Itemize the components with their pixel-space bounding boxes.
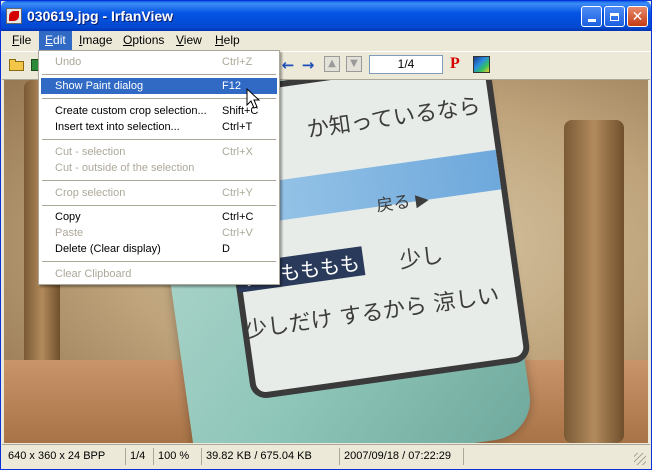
menu-edit-accel: E (45, 33, 54, 47)
edit-undo[interactable]: Undo Ctrl+Z (41, 54, 277, 70)
edit-cut-outside-label: Cut - outside of the selection (55, 162, 195, 174)
down-arrow-icon[interactable]: ▼ (346, 56, 362, 72)
menu-file[interactable]: File (6, 31, 37, 50)
menu-file-label: ile (19, 33, 32, 47)
menu-separator (42, 98, 276, 99)
edit-create-crop-selection[interactable]: Create custom crop selection... Shift+C (41, 103, 277, 119)
edit-crop-selection-shortcut: Ctrl+Y (222, 187, 253, 199)
menu-separator (42, 180, 276, 181)
open-folder-icon[interactable] (8, 56, 26, 74)
menu-options-accel: O (123, 33, 133, 47)
edit-cut-selection[interactable]: Cut - selection Ctrl+X (41, 144, 277, 160)
edit-undo-label: Undo (55, 56, 82, 68)
mouse-cursor-icon (246, 88, 260, 109)
edit-clear-clipboard-label: Clear Clipboard (55, 268, 132, 280)
photo-text: 少し (397, 243, 445, 274)
resize-grip-icon[interactable] (634, 453, 646, 465)
edit-cut-selection-shortcut: Ctrl+X (222, 146, 253, 158)
irfanview-app-icon[interactable] (6, 8, 22, 24)
menu-bar: File Edit Image Options View Help (2, 31, 650, 50)
status-bar: 640 x 360 x 24 BPP 1/4 100 % 39.82 KB / … (2, 444, 650, 469)
edit-copy-shortcut: Ctrl+C (222, 211, 254, 223)
menu-separator (42, 74, 276, 75)
edit-copy-label: Copy (55, 211, 81, 223)
minimize-icon (587, 19, 596, 22)
edit-create-crop-label: Create custom crop selection... (55, 105, 207, 117)
menu-separator (42, 205, 276, 206)
menu-image[interactable]: Image (73, 31, 118, 50)
window-title: 030619.jpg - IrfanView (27, 8, 174, 24)
menu-options-label: ptions (132, 33, 165, 47)
maximize-button[interactable] (604, 6, 625, 27)
minimize-button[interactable] (581, 6, 602, 27)
edit-cut-selection-label: Cut - selection (55, 146, 126, 158)
edit-show-paint-dialog[interactable]: Show Paint dialog F12 (41, 78, 277, 94)
edit-copy[interactable]: Copy Ctrl+C (41, 209, 277, 225)
edit-show-paint-shortcut: F12 (222, 80, 241, 92)
edit-show-paint-label: Show Paint dialog (55, 80, 144, 92)
close-icon: ✕ (631, 8, 644, 25)
menu-view-label: iew (183, 33, 202, 47)
menu-separator (42, 139, 276, 140)
edit-paste-shortcut: Ctrl+V (222, 227, 253, 239)
menu-help-accel: H (215, 33, 224, 47)
edit-insert-text[interactable]: Insert text into selection... Ctrl+T (41, 119, 277, 135)
menu-help-label: elp (223, 33, 240, 47)
up-arrow-icon[interactable]: ▲ (324, 56, 340, 72)
previous-arrow-icon[interactable]: ← (279, 55, 297, 75)
status-dimensions: 640 x 360 x 24 BPP (4, 448, 126, 465)
edit-menu-dropdown: Undo Ctrl+Z Show Paint dialog F12 Create c… (38, 50, 280, 285)
edit-paste[interactable]: Paste Ctrl+V (41, 225, 277, 241)
edit-crop-selection-label: Crop selection (55, 187, 126, 199)
edit-undo-shortcut: Ctrl+Z (222, 56, 253, 68)
edit-cut-outside[interactable]: Cut - outside of the selection (41, 160, 277, 176)
next-arrow-icon[interactable]: → (299, 55, 317, 75)
irfanview-window: 030619.jpg - IrfanView ✕ File Edit Image… (0, 0, 652, 470)
status-filesize: 39.82 KB / 675.04 KB (202, 448, 340, 465)
edit-insert-text-label: Insert text into selection... (55, 121, 180, 133)
status-page: 1/4 (126, 448, 154, 465)
paint-icon[interactable] (473, 56, 490, 73)
edit-delete-label: Delete (Clear display) (55, 243, 161, 255)
p-icon[interactable]: P (450, 55, 460, 73)
menu-help[interactable]: Help (209, 31, 246, 50)
photo-wood-post (564, 120, 624, 443)
menu-separator (42, 261, 276, 262)
menu-edit-label: dit (53, 33, 66, 47)
page-indicator[interactable]: 1/4 (369, 55, 443, 74)
edit-insert-text-shortcut: Ctrl+T (222, 121, 253, 133)
maximize-icon (610, 12, 619, 21)
menu-view-accel: V (176, 33, 184, 47)
menu-options[interactable]: Options (117, 31, 170, 50)
menu-image-label: mage (82, 33, 113, 47)
edit-paste-label: Paste (55, 227, 84, 239)
close-button[interactable]: ✕ (627, 6, 648, 27)
menu-view[interactable]: View (170, 31, 208, 50)
edit-clear-clipboard[interactable]: Clear Clipboard (41, 266, 277, 282)
status-zoom: 100 % (154, 448, 202, 465)
title-bar[interactable]: 030619.jpg - IrfanView ✕ (1, 1, 651, 31)
edit-delete[interactable]: Delete (Clear display) D (41, 241, 277, 257)
edit-delete-shortcut: D (222, 243, 230, 255)
status-datetime: 2007/09/18 / 07:22:29 (340, 448, 464, 465)
menu-edit[interactable]: Edit (39, 31, 72, 50)
edit-crop-selection[interactable]: Crop selection Ctrl+Y (41, 185, 277, 201)
